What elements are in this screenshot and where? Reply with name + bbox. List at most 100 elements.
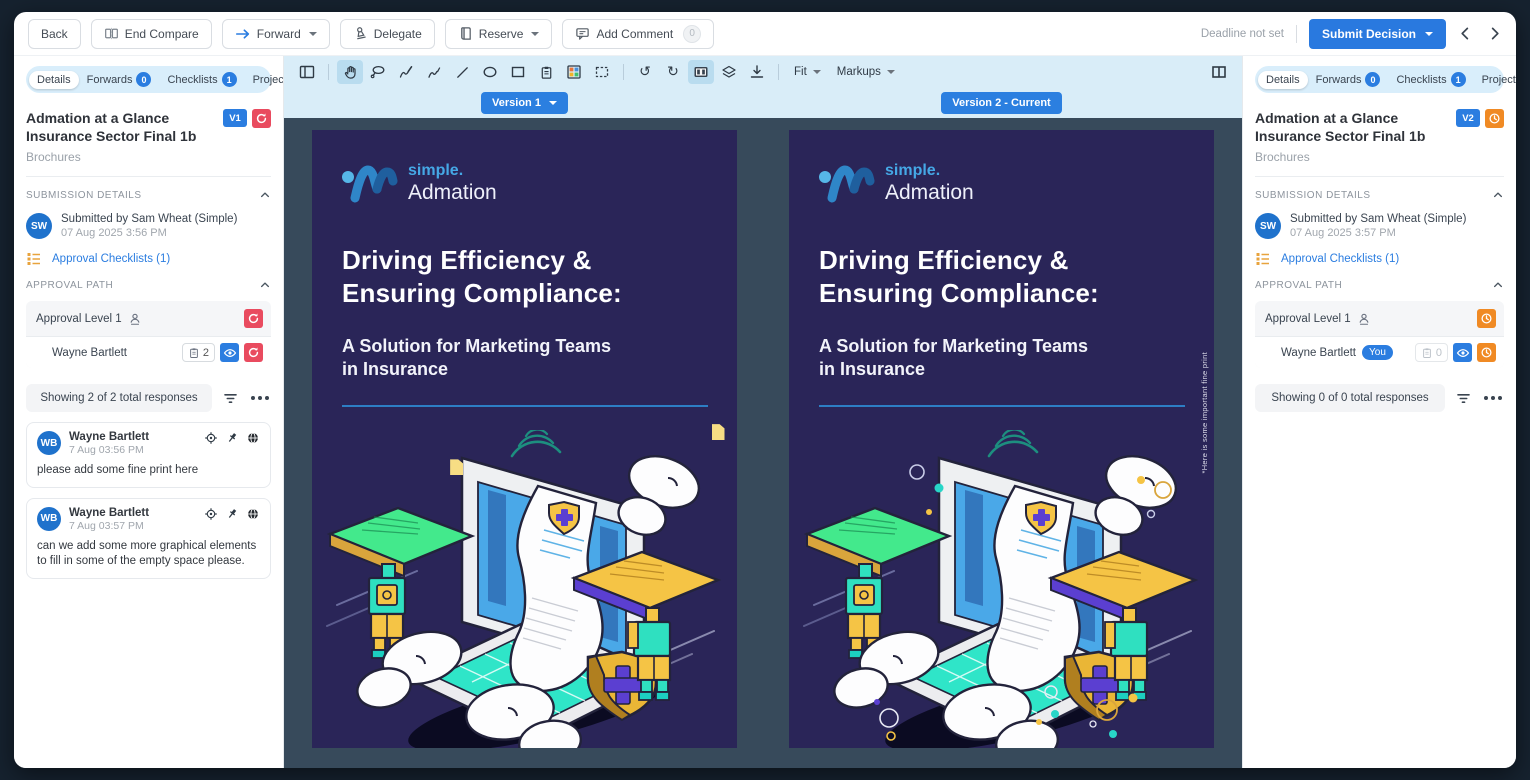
tab-details-left[interactable]: Details: [29, 71, 79, 89]
markups-label: Markups: [837, 66, 881, 78]
rotate-cw-tool[interactable]: ↻: [660, 60, 686, 84]
collapse-approval-icon[interactable]: [259, 279, 271, 291]
highlighter-tool[interactable]: [421, 60, 447, 84]
back-button[interactable]: Back: [28, 19, 81, 49]
add-comment-button[interactable]: Add Comment 0: [562, 19, 714, 49]
pin-icon[interactable]: [225, 431, 239, 445]
reserve-label: Reserve: [479, 27, 524, 41]
approver-comment-count[interactable]: 2: [182, 343, 215, 362]
document-page-v1[interactable]: simple. Admation Driving Efficiency & En…: [312, 130, 737, 748]
locate-target-icon[interactable]: [204, 431, 218, 445]
approver-name: Wayne Bartlett: [1281, 347, 1356, 359]
approval-path-heading: APPROVAL PATH: [1255, 280, 1342, 291]
tab-checklists-left[interactable]: Checklists1: [159, 69, 244, 90]
topbar-right-group: Deadline not set Submit Decision: [1201, 19, 1502, 49]
view-eye-badge[interactable]: [1453, 343, 1472, 362]
topbar-divider: [1296, 25, 1297, 43]
tab-checklists-right[interactable]: Checklists1: [1388, 69, 1473, 90]
forwards-count-badge: 0: [1365, 72, 1380, 87]
approver-name: Wayne Bartlett: [52, 347, 127, 359]
brochure-divider-line: [819, 405, 1185, 407]
forward-button[interactable]: Forward: [222, 19, 330, 49]
comment-bubble-icon: [575, 26, 590, 41]
checklists-count-badge: 1: [222, 72, 237, 87]
approver-comment-count[interactable]: 0: [1415, 343, 1448, 362]
fit-dropdown[interactable]: Fit: [787, 66, 828, 78]
marquee-select-tool[interactable]: [589, 60, 615, 84]
brochure-subheading: A Solution for Marketing Teams in Insura…: [342, 335, 713, 382]
sidebar-toggle-icon[interactable]: [294, 60, 320, 84]
next-chevron-icon[interactable]: [1487, 26, 1502, 41]
clipboard-icon: [188, 347, 200, 359]
filter-icon[interactable]: [222, 390, 239, 407]
end-compare-button[interactable]: End Compare: [91, 19, 212, 49]
version-2-label: Version 2 - Current: [952, 97, 1050, 109]
pin-icon[interactable]: [225, 507, 239, 521]
tab-project-right[interactable]: Project: [1474, 71, 1516, 89]
version-badge-v2: V2: [1456, 109, 1480, 127]
document-page-v2[interactable]: simple. Admation Driving Efficiency & En…: [789, 130, 1214, 748]
comment-card[interactable]: WB Wayne Bartlett 7 Aug 03:56 PM please …: [26, 422, 271, 488]
markups-dropdown[interactable]: Markups: [830, 66, 902, 78]
comment-text: please add some fine print here: [37, 463, 260, 479]
top-toolbar: Back End Compare Forward: [14, 12, 1516, 56]
globe-icon[interactable]: [246, 507, 260, 521]
collapse-submission-icon[interactable]: [1492, 189, 1504, 201]
responses-summary: Showing 0 of 0 total responses: [1255, 384, 1445, 412]
collapse-approval-icon[interactable]: [1492, 279, 1504, 291]
right-details-panel: Details Forwards0 Checklists1 Project Ad…: [1242, 56, 1516, 768]
commenter-avatar: WB: [37, 431, 61, 455]
globe-icon[interactable]: [246, 431, 260, 445]
tab-details-right[interactable]: Details: [1258, 71, 1308, 89]
comment-text: can we add some more graphical elements …: [37, 539, 260, 570]
checklist-icon: [26, 251, 42, 267]
pan-hand-tool[interactable]: [337, 60, 363, 84]
more-options-icon[interactable]: [1482, 394, 1504, 402]
tab-project-left[interactable]: Project: [245, 71, 284, 89]
version-2-chip[interactable]: Version 2 - Current: [941, 92, 1061, 114]
document-category: Brochures: [26, 150, 271, 164]
rotate-ccw-tool[interactable]: ↺: [632, 60, 658, 84]
rectangle-tool[interactable]: [505, 60, 531, 84]
split-view-icon[interactable]: [1206, 60, 1232, 84]
more-options-icon[interactable]: [249, 394, 271, 402]
view-eye-badge[interactable]: [220, 343, 239, 362]
forward-label: Forward: [257, 27, 301, 41]
freehand-pen-tool[interactable]: [393, 60, 419, 84]
image-stamp-tool[interactable]: [561, 60, 587, 84]
reserve-button[interactable]: Reserve: [445, 19, 553, 49]
ellipse-tool[interactable]: [477, 60, 503, 84]
approver-row[interactable]: Wayne Bartlett You 0: [1255, 336, 1504, 368]
collapse-submission-icon[interactable]: [259, 189, 271, 201]
comment-card[interactable]: WB Wayne Bartlett 7 Aug 03:57 PM can we …: [26, 498, 271, 579]
comment-annotation-note[interactable]: [712, 424, 725, 440]
prev-chevron-icon[interactable]: [1458, 26, 1473, 41]
version-1-chip[interactable]: Version 1: [481, 92, 568, 114]
locate-target-icon[interactable]: [204, 507, 218, 521]
forwards-count-badge: 0: [136, 72, 151, 87]
viewer-toolbar: ↺ ↻ Fit Markups: [284, 56, 1242, 88]
approval-checklists-link[interactable]: Approval Checklists (1): [52, 253, 170, 265]
tab-forwards-right[interactable]: Forwards0: [1308, 69, 1389, 90]
version-chip-row: Version 1 Version 2 - Current: [284, 88, 1242, 118]
you-chip: You: [1362, 345, 1393, 360]
document-category: Brochures: [1255, 150, 1504, 164]
layers-tool[interactable]: [716, 60, 742, 84]
approval-level-label: Approval Level 1: [36, 313, 122, 325]
submitted-by-text: Submitted by Sam Wheat (Simple): [1290, 213, 1466, 225]
filter-icon[interactable]: [1455, 390, 1472, 407]
app-window: Back End Compare Forward: [14, 12, 1516, 768]
download-tool[interactable]: [744, 60, 770, 84]
compare-canvas[interactable]: simple. Admation Driving Efficiency & En…: [284, 118, 1242, 768]
compare-view-toggle[interactable]: [688, 60, 714, 84]
approval-checklists-link[interactable]: Approval Checklists (1): [1281, 253, 1399, 265]
submit-decision-button[interactable]: Submit Decision: [1309, 19, 1446, 49]
delegate-button[interactable]: Delegate: [340, 19, 435, 49]
commenter-avatar: WB: [37, 507, 61, 531]
lasso-tool[interactable]: [365, 60, 391, 84]
note-tool[interactable]: [533, 60, 559, 84]
line-tool[interactable]: [449, 60, 475, 84]
tab-forwards-left[interactable]: Forwards0: [79, 69, 160, 90]
approver-row[interactable]: Wayne Bartlett 2: [26, 336, 271, 368]
decorative-dots: [789, 430, 1214, 748]
